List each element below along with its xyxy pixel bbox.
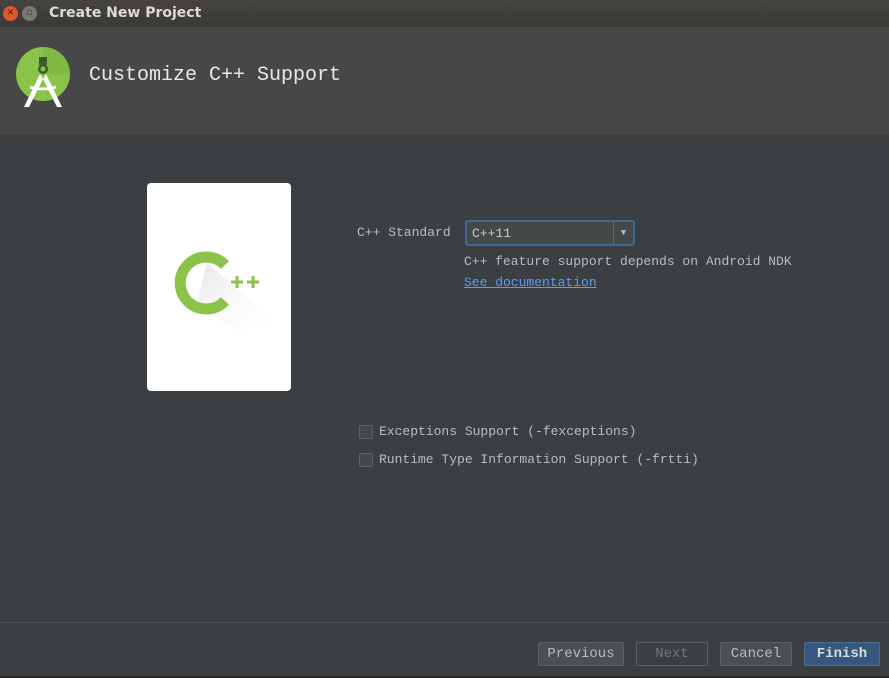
ndk-hint-text: C++ feature support depends on Android N…: [464, 254, 792, 269]
finish-button[interactable]: Finish: [804, 642, 880, 666]
window-title: Create New Project: [49, 5, 202, 21]
chevron-down-icon[interactable]: ▼: [613, 222, 633, 244]
next-button[interactable]: Next: [636, 642, 708, 666]
cpp-illustration-card: [147, 183, 291, 391]
cancel-button[interactable]: Cancel: [720, 642, 792, 666]
cpp-logo-icon: [174, 251, 277, 333]
cpp-standard-dropdown[interactable]: C++11 ▼: [465, 220, 635, 246]
see-documentation-link[interactable]: See documentation: [464, 275, 597, 290]
previous-button[interactable]: Previous: [538, 642, 624, 666]
maximize-window-button[interactable]: ▫: [22, 6, 37, 21]
android-studio-logo-icon: [16, 47, 70, 107]
wizard-header: Customize C++ Support: [0, 27, 889, 135]
exceptions-support-checkbox[interactable]: [359, 425, 373, 439]
rtti-support-label[interactable]: Runtime Type Information Support (-frtti…: [379, 452, 699, 467]
page-title: Customize C++ Support: [89, 64, 342, 87]
rtti-support-checkbox[interactable]: [359, 453, 373, 467]
close-window-button[interactable]: ✕: [3, 6, 18, 21]
title-bar: ✕ ▫ Create New Project: [0, 0, 889, 27]
cpp-standard-label: C++ Standard: [357, 225, 451, 240]
exceptions-support-label[interactable]: Exceptions Support (-fexceptions): [379, 424, 636, 439]
footer-divider: [0, 622, 889, 623]
cpp-standard-value: C++11: [472, 226, 512, 241]
